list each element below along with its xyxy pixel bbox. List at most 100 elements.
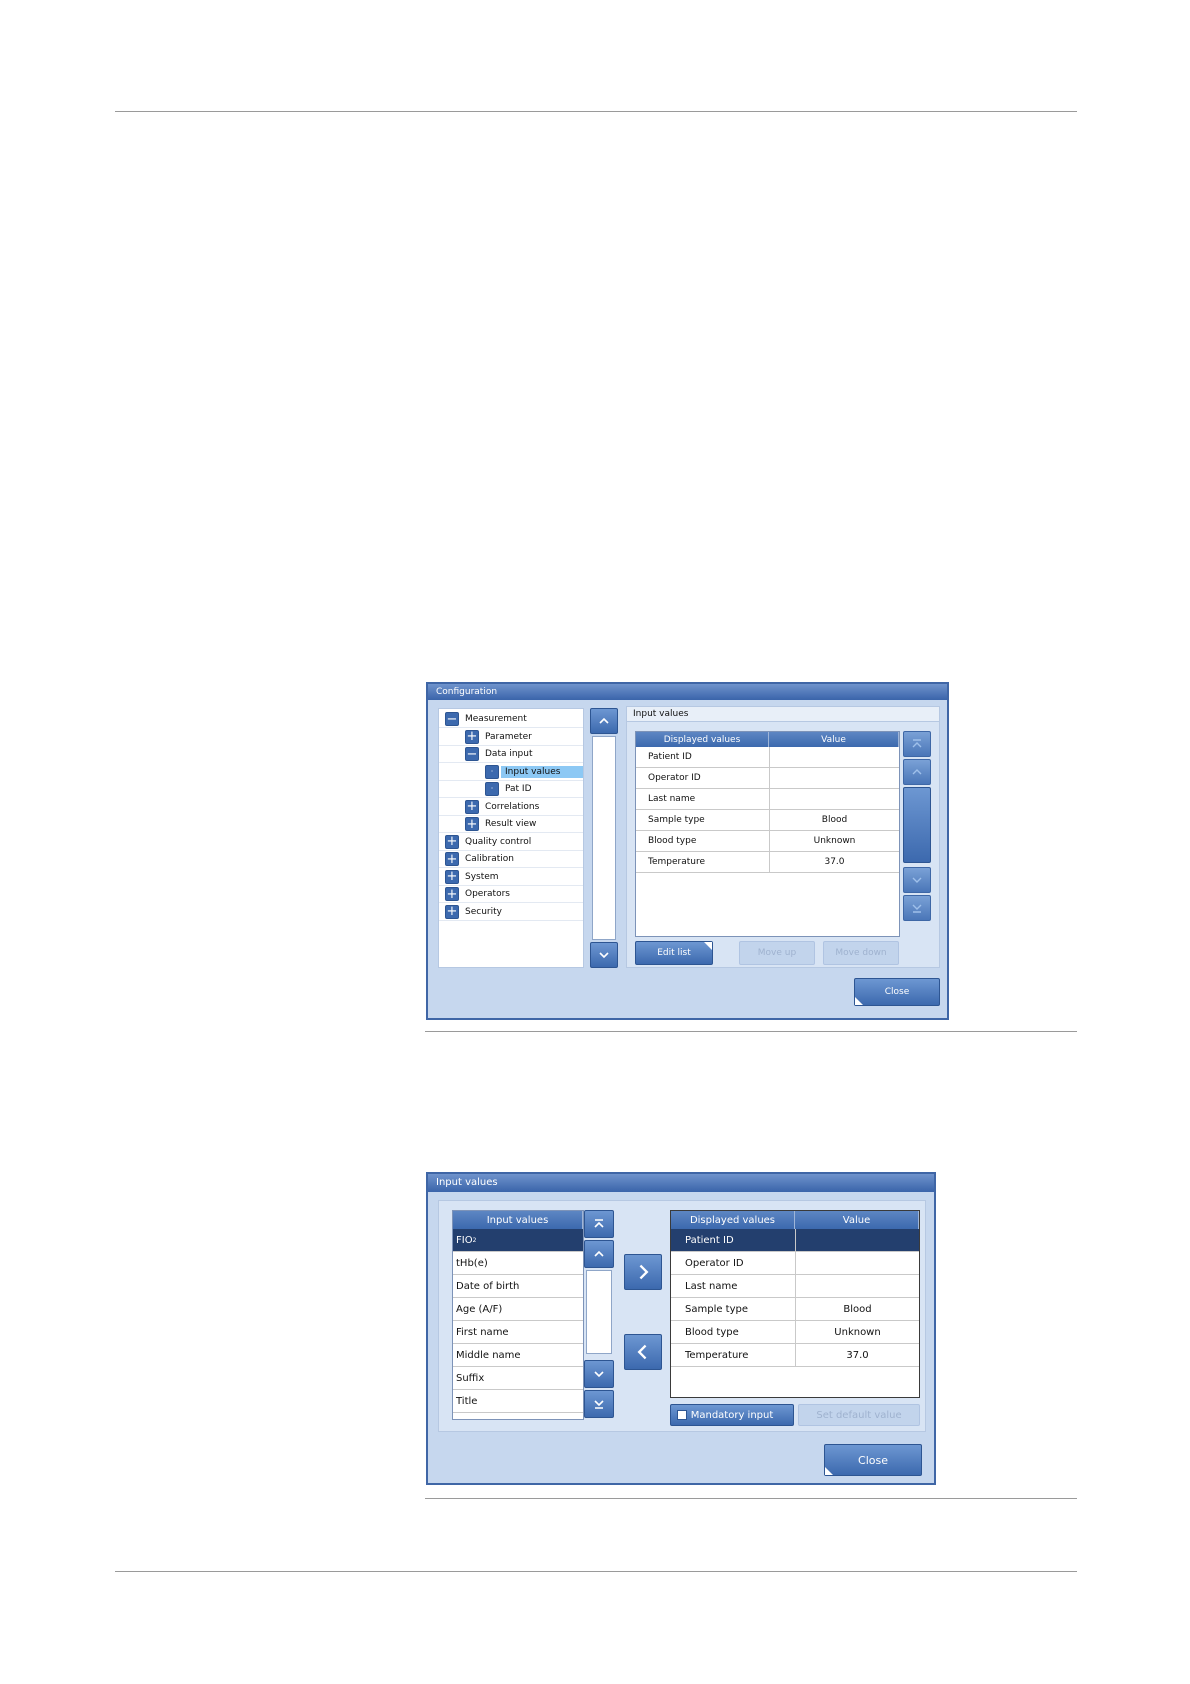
expand-icon[interactable]: +	[465, 729, 479, 744]
col-header-displayed[interactable]: Displayed values	[671, 1211, 795, 1229]
tree-item[interactable]: + Parameter	[439, 729, 583, 746]
list-item[interactable]: FIO 2	[453, 1229, 583, 1252]
table-cell-value[interactable]: Blood	[769, 810, 899, 831]
chevron-down-icon	[912, 877, 922, 883]
tree-item[interactable]: + Operators	[439, 886, 583, 903]
table-cell-name[interactable]: Last name	[671, 1275, 795, 1298]
close-button[interactable]: Close	[824, 1444, 922, 1476]
tree-item-label: Calibration	[465, 854, 514, 864]
expand-icon[interactable]: +	[445, 904, 459, 919]
tree-item[interactable]: + System	[439, 869, 583, 886]
list-scroll-up-button[interactable]	[584, 1240, 614, 1268]
col-header-value[interactable]: Value	[769, 732, 899, 747]
close-button[interactable]: Close	[854, 978, 940, 1006]
col-header-displayed[interactable]: Displayed values	[636, 732, 769, 747]
table-cell-name[interactable]: Blood type	[671, 1321, 795, 1344]
expand-icon[interactable]: +	[465, 817, 479, 831]
list-item[interactable]: Age (A/F)	[453, 1298, 583, 1321]
tree-item[interactable]: − Measurement	[439, 711, 583, 728]
list-header[interactable]: Input values	[453, 1211, 583, 1229]
remove-from-displayed-button[interactable]	[624, 1334, 662, 1370]
table-cell-name[interactable]: Patient ID	[636, 747, 769, 768]
mandatory-input-toggle[interactable]: Mandatory input	[670, 1404, 794, 1426]
table-cell-value[interactable]	[769, 768, 899, 789]
table-scroll-top-button[interactable]	[903, 731, 931, 757]
tree-scroll-down-button[interactable]	[590, 942, 618, 968]
list-scroll-down-button[interactable]	[584, 1360, 614, 1388]
subscript: 2	[472, 1236, 477, 1244]
move-up-button[interactable]: Move up	[739, 941, 815, 965]
list-item[interactable]: Middle name	[453, 1344, 583, 1367]
edit-list-button[interactable]: Edit list	[635, 941, 713, 965]
col-header-value[interactable]: Value	[795, 1211, 919, 1229]
collapse-icon[interactable]: −	[465, 747, 479, 761]
leaf-icon[interactable]: ·	[485, 782, 499, 796]
expand-icon[interactable]: +	[445, 852, 459, 866]
leaf-icon[interactable]: ·	[485, 764, 499, 779]
list-scroll-track[interactable]	[586, 1270, 612, 1354]
table-scroll-up-button[interactable]	[903, 759, 931, 785]
table-scroll-bottom-button[interactable]	[903, 895, 931, 921]
table-cell-name[interactable]: Temperature	[671, 1344, 795, 1367]
table-cell-value[interactable]	[769, 747, 899, 768]
table-cell-value[interactable]	[795, 1275, 919, 1298]
table-cell-value[interactable]: Unknown	[795, 1321, 919, 1344]
tree-item-label: Measurement	[465, 714, 527, 724]
list-item[interactable]: Date of birth	[453, 1275, 583, 1298]
set-default-value-label: Set default value	[816, 1409, 902, 1421]
table-cell-name[interactable]: Patient ID	[671, 1229, 795, 1252]
list-item[interactable]: First name	[453, 1321, 583, 1344]
tree-scroll-up-button[interactable]	[590, 708, 618, 734]
table-cell-name[interactable]: Last name	[636, 789, 769, 810]
tree-scroll-track[interactable]	[592, 736, 616, 940]
chevron-left-icon	[637, 1344, 647, 1360]
chevron-up-icon	[594, 1250, 604, 1257]
list-scroll-top-button[interactable]	[584, 1210, 614, 1238]
expand-icon[interactable]: +	[445, 834, 459, 849]
chevron-down-icon	[594, 1371, 604, 1378]
close-label: Close	[884, 987, 910, 997]
tree-item-label: Operators	[465, 889, 510, 899]
table-cell-name[interactable]: Operator ID	[636, 768, 769, 789]
table-cell-value[interactable]: 37.0	[769, 852, 899, 873]
expand-icon[interactable]: +	[445, 869, 459, 884]
tree-item[interactable]: · Input values	[439, 764, 583, 781]
tree-item[interactable]: − Data input	[439, 746, 583, 763]
table-scroll-down-button[interactable]	[903, 867, 931, 893]
tree-item[interactable]: + Correlations	[439, 799, 583, 816]
list-item[interactable]: Title	[453, 1390, 583, 1413]
list-item[interactable]: Suffix	[453, 1367, 583, 1390]
table-cell-value[interactable]	[795, 1252, 919, 1275]
expand-icon[interactable]: +	[445, 887, 459, 901]
table-cell-value[interactable]: Blood	[795, 1298, 919, 1321]
table-cell-name[interactable]: Operator ID	[671, 1252, 795, 1275]
list-scroll-bottom-button[interactable]	[584, 1390, 614, 1418]
bottom-rule	[115, 1571, 1077, 1572]
tree-item-label: Quality control	[465, 836, 532, 847]
list-item[interactable]: tHb(e)	[453, 1252, 583, 1275]
table-cell-name[interactable]: Sample type	[636, 810, 769, 831]
table-cell-name[interactable]: Temperature	[636, 852, 769, 873]
move-up-label: Move up	[757, 948, 797, 958]
table-cell-value[interactable]: Unknown	[769, 831, 899, 852]
move-down-button[interactable]: Move down	[823, 941, 899, 965]
table-cell-name[interactable]: Blood type	[636, 831, 769, 852]
table-cell-name[interactable]: Sample type	[671, 1298, 795, 1321]
collapse-icon[interactable]: −	[445, 712, 459, 726]
list-item-label: Date of birth	[456, 1280, 520, 1292]
tree-item[interactable]: + Security	[439, 904, 583, 921]
panel-title: Input values	[627, 707, 939, 722]
displayed-values-table: Displayed values Value Patient ID Operato…	[635, 731, 900, 937]
table-cell-value[interactable]	[769, 789, 899, 810]
tree-item[interactable]: + Calibration	[439, 851, 583, 868]
table-cell-value[interactable]: 37.0	[795, 1344, 919, 1367]
add-to-displayed-button[interactable]	[624, 1254, 662, 1290]
expand-icon[interactable]: +	[465, 799, 479, 814]
table-cell-value[interactable]	[795, 1229, 919, 1252]
tree-item[interactable]: · Pat ID	[439, 781, 583, 798]
tree-item-label: System	[465, 871, 499, 882]
set-default-value-button[interactable]: Set default value	[798, 1404, 920, 1426]
tree-item[interactable]: + Result view	[439, 816, 583, 833]
table-scroll-thumb[interactable]	[903, 787, 931, 863]
tree-item[interactable]: + Quality control	[439, 834, 583, 851]
